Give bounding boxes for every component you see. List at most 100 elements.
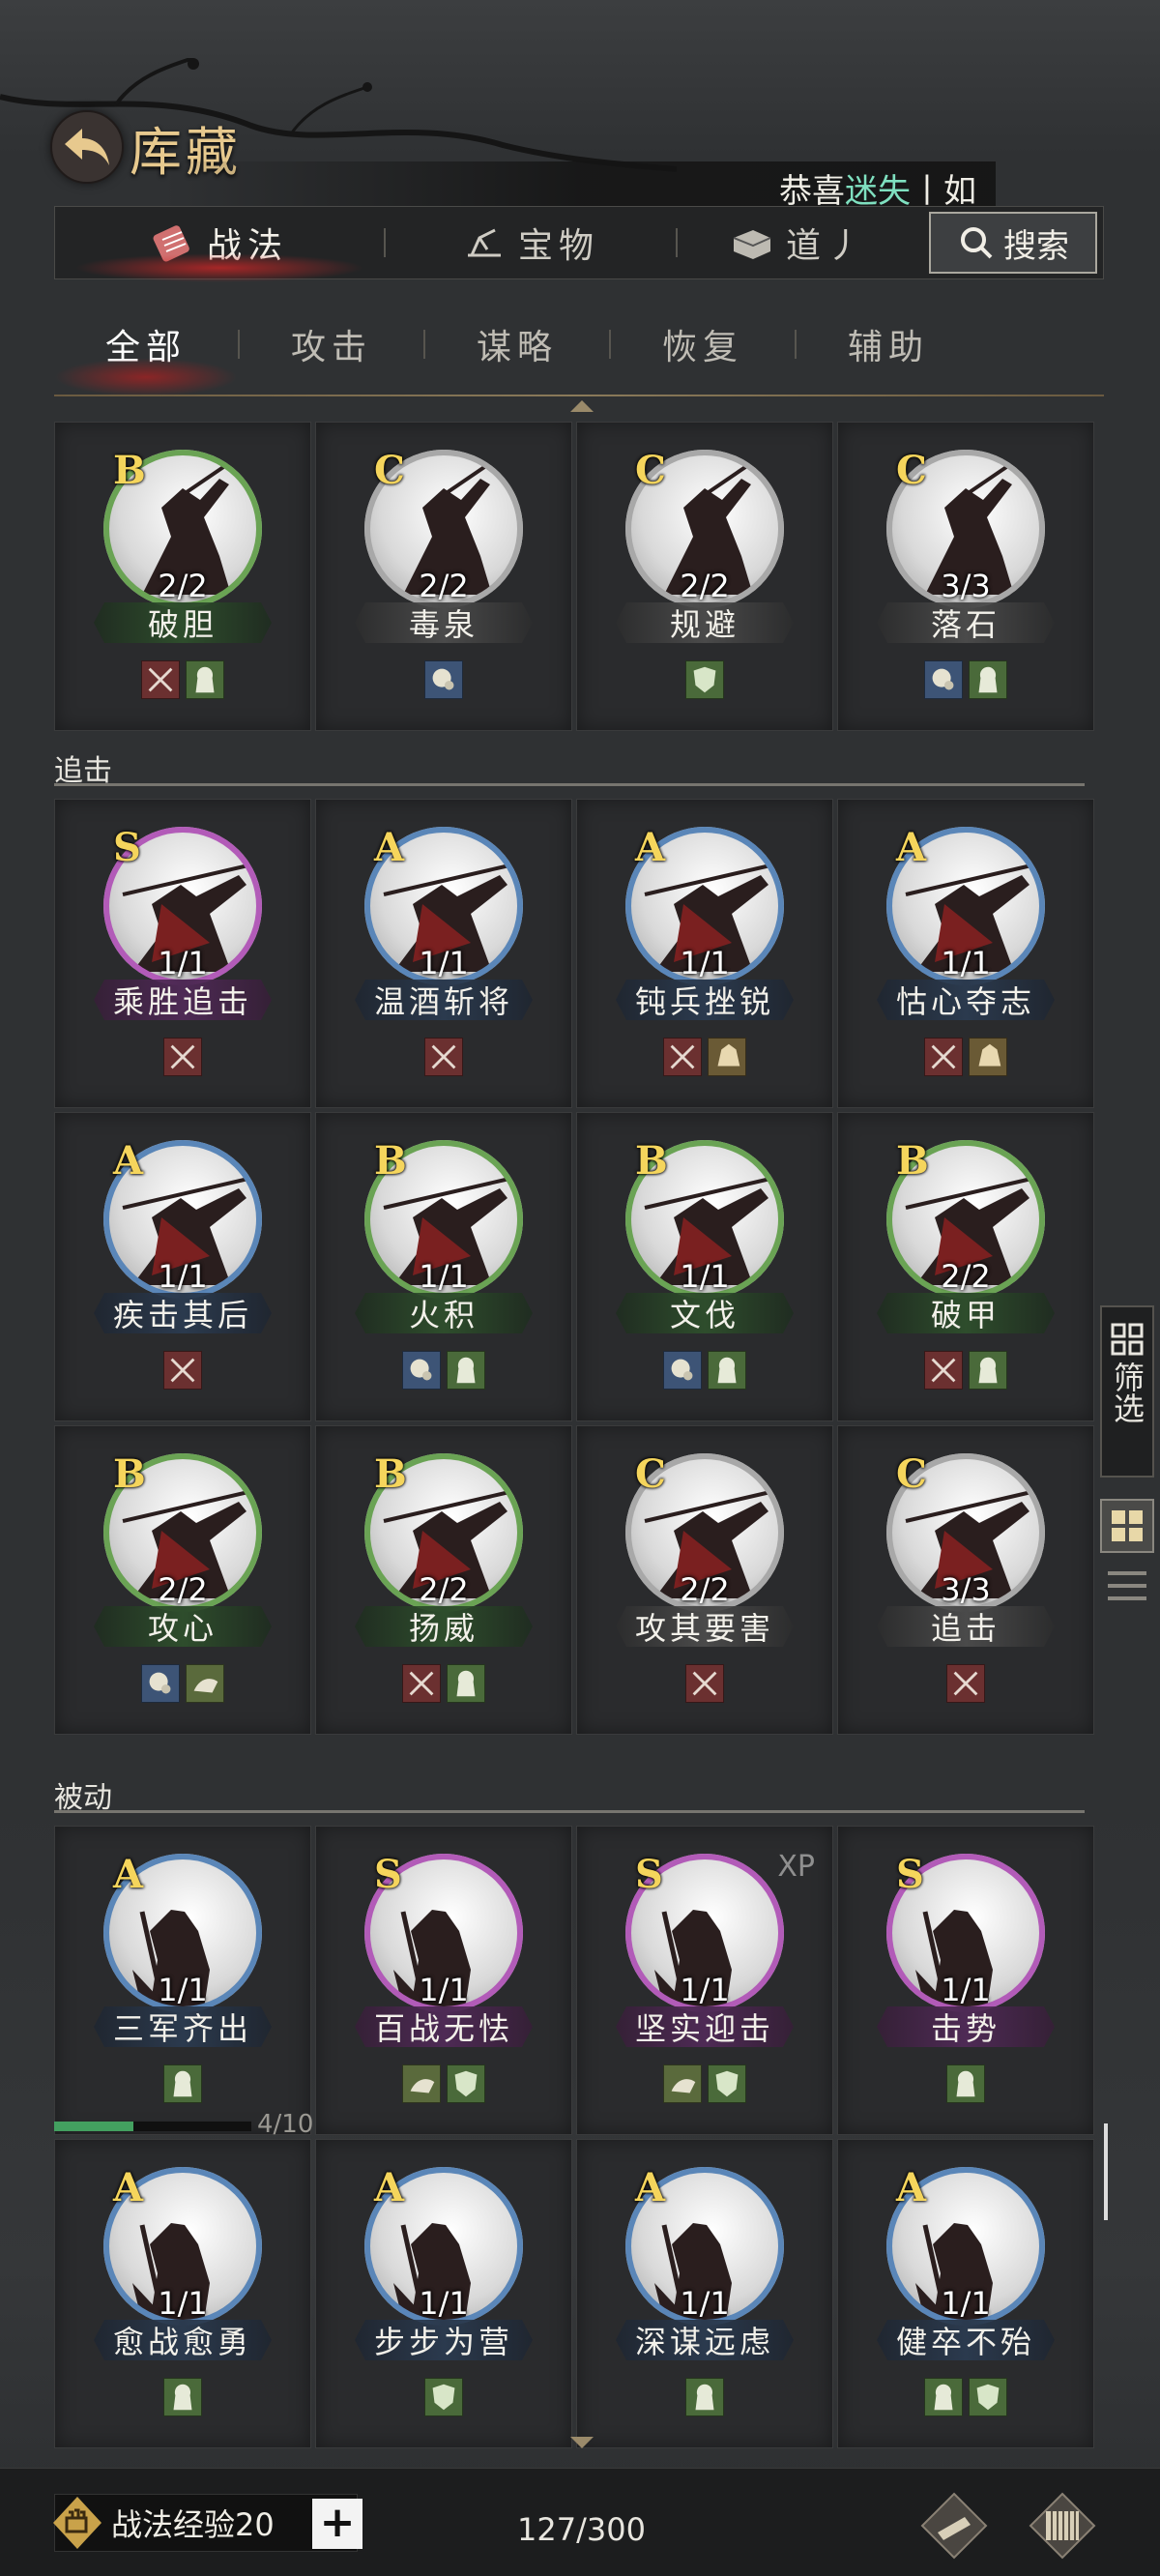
tactic-card[interactable]: B 2/2 破胆 — [54, 422, 311, 731]
tactic-tags — [55, 1038, 310, 1076]
tactic-name: 破胆 — [94, 602, 272, 643]
grade-badge: A — [113, 1852, 144, 1897]
tactic-card[interactable]: A 1/1 温酒斩将 — [315, 799, 572, 1108]
tactic-tags — [55, 1351, 310, 1390]
strategy-tag-icon — [402, 1351, 441, 1390]
tactic-name: 坚实迎击 — [616, 2006, 794, 2047]
attack-tag-icon — [946, 1664, 985, 1703]
tactic-card[interactable]: C 2/2 规避 — [576, 422, 833, 731]
copy-count: 2/2 — [419, 568, 469, 604]
tactic-tags — [316, 1351, 571, 1390]
attack-tag-icon — [685, 1664, 724, 1703]
ticker-prefix: 恭喜 — [779, 172, 845, 206]
back-button[interactable] — [50, 110, 124, 184]
subtab-support[interactable]: 辅助 — [797, 319, 980, 369]
tactic-card[interactable]: S 1/1 坚实迎击 XP — [576, 1826, 833, 2135]
tactic-name: 愈战愈勇 — [94, 2320, 272, 2360]
copy-count: 1/1 — [941, 1972, 991, 2008]
tactic-card[interactable]: B 1/1 文伐 — [576, 1112, 833, 1421]
subtab-attack[interactable]: 攻击 — [240, 319, 423, 369]
tactic-card[interactable]: C 3/3 落石 — [837, 422, 1094, 731]
shield-tag-icon — [969, 2378, 1007, 2416]
grade-badge: B — [113, 1451, 146, 1497]
ticker-player-name: 迷失 — [845, 172, 911, 206]
grade-badge: B — [374, 1138, 407, 1184]
subtab-all[interactable]: 全部 — [54, 319, 238, 396]
tactic-card[interactable]: B 2/2 攻心 — [54, 1425, 311, 1735]
scrollbar[interactable] — [1104, 2123, 1108, 2220]
tactic-card[interactable]: B 2/2 破甲 — [837, 1112, 1094, 1421]
tactic-card[interactable]: A 1/1 钝兵挫锐 — [576, 799, 833, 1108]
tactic-card[interactable]: S 1/1 击势 — [837, 1826, 1094, 2135]
tactic-card[interactable]: S 1/1 百战无怯 — [315, 1826, 572, 2135]
tactics-grid-passive: A 1/1 三军齐出 S 1/1 百战无怯 S 1/1 坚实迎击 XP S 1/… — [54, 1826, 1094, 2448]
tab-items-label: 道丿 — [785, 226, 867, 266]
grade-badge: B — [896, 1138, 929, 1184]
grade-badge: A — [374, 825, 405, 870]
tactic-card[interactable]: B 2/2 扬威 — [315, 1425, 572, 1735]
tactic-card[interactable]: A 1/1 健卒不殆 — [837, 2139, 1094, 2448]
tactic-book-icon[interactable] — [918, 2490, 990, 2561]
tab-items[interactable]: 道丿 — [678, 207, 919, 278]
subtab-strategy[interactable]: 谋略 — [425, 319, 609, 369]
progress-fill — [54, 2122, 133, 2131]
tactic-card[interactable]: A 1/1 疾击其后 — [54, 1112, 311, 1421]
tactic-tags — [55, 660, 310, 699]
tactic-name: 乘胜追击 — [94, 980, 272, 1020]
grid-view-toggle[interactable] — [1100, 1499, 1154, 1553]
add-xp-button[interactable]: + — [312, 2499, 362, 2549]
xp-mark: XP — [777, 1850, 815, 1884]
copy-count: 2/2 — [941, 1258, 991, 1295]
grade-badge: C — [374, 448, 405, 493]
xp-fist-icon — [53, 2497, 102, 2549]
tactic-card[interactable]: A 1/1 步步为营 — [315, 2139, 572, 2448]
filter-button[interactable]: 筛选 — [1100, 1305, 1154, 1478]
tactic-tags — [316, 1664, 571, 1703]
tactic-card[interactable]: B 1/1 火积 — [315, 1112, 572, 1421]
tab-treasures[interactable]: 宝物 — [386, 207, 676, 278]
tactic-name: 健卒不殆 — [877, 2320, 1055, 2360]
scroll-bundle-icon[interactable] — [1027, 2490, 1098, 2561]
tactic-card[interactable]: S 1/1 乘胜追击 — [54, 799, 311, 1108]
attack-tag-icon — [924, 1038, 963, 1076]
tactic-name: 步步为营 — [355, 2320, 533, 2360]
troop-tag-icon — [163, 2378, 202, 2416]
speed-tag-icon — [663, 2064, 702, 2103]
grade-badge: A — [635, 2165, 666, 2210]
tactic-name: 攻心 — [94, 1606, 272, 1647]
progress-text: 4/10 — [257, 2110, 314, 2139]
attack-tag-icon — [663, 1038, 702, 1076]
tactic-card[interactable]: C 3/3 追击 — [837, 1425, 1094, 1735]
search-button[interactable]: 搜索 — [929, 212, 1097, 274]
attack-tag-icon — [924, 1351, 963, 1390]
tactic-card[interactable]: C 2/2 攻其要害 — [576, 1425, 833, 1735]
tactic-tags — [577, 1664, 832, 1703]
tactic-name: 百战无怯 — [355, 2006, 533, 2047]
tactic-name: 钝兵挫锐 — [616, 980, 794, 1020]
copy-count: 1/1 — [158, 1258, 208, 1295]
troop-tag-icon — [708, 1351, 746, 1390]
footer-bar: 战法经验20 + 127/300 — [0, 2468, 1160, 2576]
tactic-tags — [838, 2064, 1093, 2103]
copy-count: 3/3 — [941, 568, 991, 604]
tactic-tags — [838, 660, 1093, 699]
subtab-recovery[interactable]: 恢复 — [611, 319, 795, 369]
tactic-card[interactable]: C 2/2 毒泉 — [315, 422, 572, 731]
troop-tag-icon — [447, 1351, 485, 1390]
tactic-tags — [577, 1351, 832, 1390]
tactic-name: 破甲 — [877, 1293, 1055, 1333]
tactic-card[interactable]: A 1/1 三军齐出 — [54, 1826, 311, 2135]
tactic-name: 击势 — [877, 2006, 1055, 2047]
grade-badge: B — [635, 1138, 668, 1184]
tactic-card[interactable]: A 1/1 深谋远虑 — [576, 2139, 833, 2448]
ticker-text: 恭喜迷失丨如 — [779, 164, 976, 206]
tactic-card[interactable]: A 1/1 怙心夺志 — [837, 799, 1094, 1108]
tab-tactics[interactable]: 战法 — [55, 207, 384, 282]
tactic-card[interactable]: A 1/1 愈战愈勇 — [54, 2139, 311, 2448]
grade-badge: B — [113, 448, 146, 493]
grade-badge: S — [635, 1852, 663, 1897]
tactic-tags — [577, 1038, 832, 1076]
grade-badge: S — [374, 1852, 402, 1897]
list-view-toggle[interactable] — [1108, 1566, 1146, 1605]
tactic-name: 疾击其后 — [94, 1293, 272, 1333]
